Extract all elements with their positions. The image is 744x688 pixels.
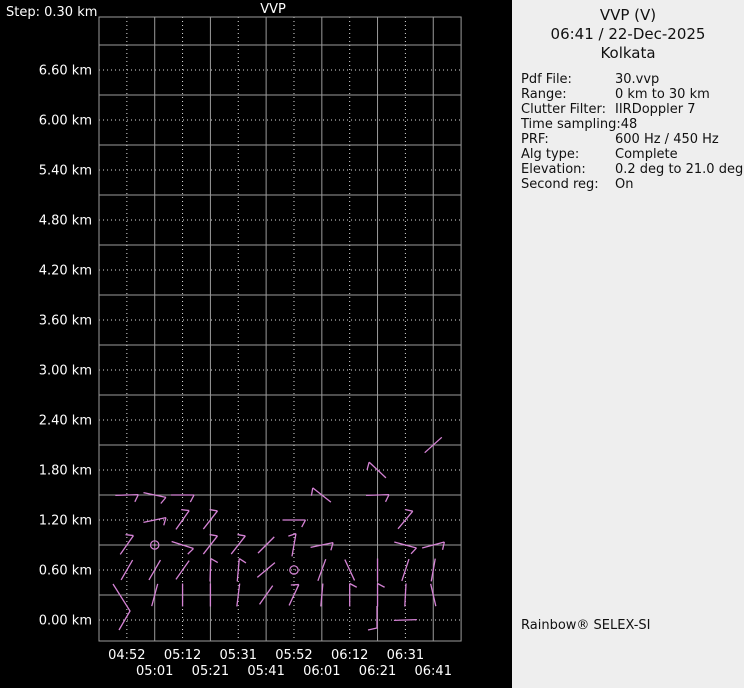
info-label: Second reg: [521,177,615,192]
wind-barb-feather [161,497,166,503]
wind-barb-shaft [394,620,417,621]
wind-barb-feather [126,535,134,536]
product-datetime: 06:41 / 22-Dec-2025 [512,25,744,44]
wind-barb-shaft [115,495,138,496]
y-axis-label: 5.40 km [39,164,92,179]
x-axis-label: 04:52 [108,648,145,663]
wind-barb-shaft [210,559,211,582]
x-axis-label: 05:12 [164,648,201,663]
x-axis-label: 06:12 [331,648,368,663]
wind-profile-plot: VVP Step: 0.30 km 6.60 km 6.00 km 5.40 km 4.8… [0,0,512,688]
wind-barb-feather [211,559,218,563]
x-axis-label: 06:01 [303,664,340,679]
wind-barb-polyline [368,606,377,630]
info-label: PRF: [521,132,615,147]
y-axis-label: 1.20 km [39,514,92,529]
info-row: Alg type:Complete [521,147,744,162]
x-axis-label: 06:41 [415,664,452,679]
x-axis-label: 06:31 [387,648,424,663]
wind-barb-shaft [121,560,133,580]
info-value: 30.vvp [615,72,659,87]
y-axis-label: 2.40 km [39,414,92,429]
wind-barb-feather [190,495,194,502]
info-row: Time sampling:48 [521,117,744,132]
wind-barb-feather [288,534,296,536]
info-value: 48 [621,117,638,132]
info-row: Second reg:On [521,177,744,192]
y-axis-label: 6.60 km [39,64,92,79]
info-label: Elevation: [521,162,615,177]
y-axis-label: 1.80 km [39,464,92,479]
vvp-product-window: VVP Step: 0.30 km 6.60 km 6.00 km 5.40 km 4.8… [0,0,744,688]
y-axis-label: 4.20 km [39,264,92,279]
info-value: On [615,177,633,192]
calm-wind-dot [154,544,156,546]
y-axis-label: 0.00 km [39,614,92,629]
info-row: PRF:600 Hz / 450 Hz [521,132,744,147]
x-axis-label: 05:21 [192,664,229,679]
step-label: Step: 0.30 km [6,5,97,20]
wind-barb-feather [411,548,416,554]
wind-barb-feather [302,520,306,527]
product-title: VVP (V) [512,6,744,25]
x-axis-label: 05:01 [136,664,173,679]
plot-border [99,17,461,641]
wind-barb-feather [386,495,390,502]
wind-barb-feather [239,559,246,563]
wind-barb-feather [188,549,194,555]
info-value: 600 Hz / 450 Hz [615,132,719,147]
y-axis-label: 6.00 km [39,114,92,129]
y-axis-label: 4.80 km [39,214,92,229]
wind-barb-feather [181,510,189,511]
plot-title: VVP [260,2,286,17]
wind-barb-feather [367,462,369,470]
wind-barb-feather [443,542,445,550]
info-panel: VVP (V) 06:41 / 22-Dec-2025 Kolkata Pdf … [512,0,744,688]
info-row: Elevation:0.2 deg to 21.0 deg [521,162,744,177]
info-value: 0.2 deg to 21.0 deg [615,162,743,177]
wind-barb-feather [164,518,166,526]
wind-barb-shaft [405,584,406,607]
x-axis-label: 05:52 [275,648,312,663]
wind-barb-feather [350,584,357,588]
wind-barb-feather [135,495,139,502]
wind-barb-feather [237,535,245,536]
info-label: Range: [521,87,615,102]
product-info-list: Pdf File:30.vvpRange:0 km to 30 kmClutte… [512,72,744,192]
brand-label: Rainbow® SELEX-SI [521,618,651,633]
info-row: Pdf File:30.vvp [521,72,744,87]
x-axis-label: 06:21 [359,664,396,679]
info-label: Time sampling: [521,117,621,132]
wind-barb-polyline [113,584,130,630]
info-value: IIRDoppler 7 [615,102,696,117]
y-axis-label: 3.60 km [39,314,92,329]
info-label: Pdf File: [521,72,615,87]
x-axis-label: 05:41 [247,664,284,679]
x-axis-label: 05:31 [220,648,257,663]
panel-header: VVP (V) 06:41 / 22-Dec-2025 Kolkata [512,0,744,63]
wind-barb-feather [331,543,333,551]
wind-barb-feather [405,510,413,512]
info-label: Alg type: [521,147,615,162]
wind-barb-feather [378,584,385,588]
info-value: 0 km to 30 km [615,87,710,102]
y-axis-label: 3.00 km [39,364,92,379]
site-name: Kolkata [512,44,744,63]
info-row: Range:0 km to 30 km [521,87,744,102]
y-axis-label: 0.60 km [39,564,92,579]
info-label: Clutter Filter: [521,102,615,117]
info-row: Clutter Filter:IIRDoppler 7 [521,102,744,117]
info-value: Complete [615,147,678,162]
wind-barb-shaft [366,495,389,496]
